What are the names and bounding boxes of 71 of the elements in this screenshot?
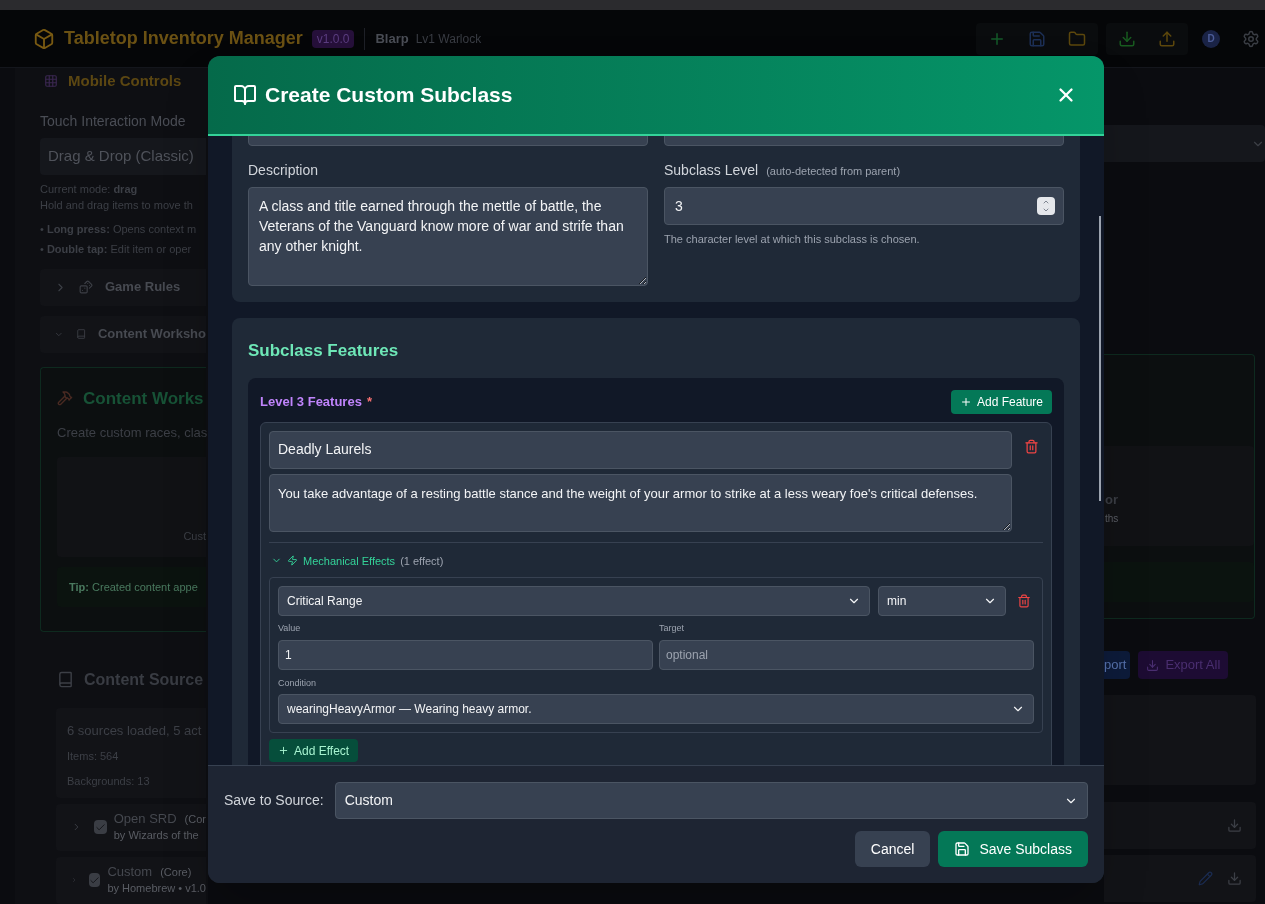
check-icon bbox=[89, 874, 101, 886]
field-label: Value bbox=[278, 622, 302, 635]
delete-icon[interactable] bbox=[1017, 594, 1031, 608]
field-label: Touch Interaction Mode bbox=[40, 111, 187, 131]
plus-icon bbox=[959, 395, 972, 408]
effects-count: (1 effect) bbox=[400, 553, 444, 569]
description-field[interactable]: A class and title earned through the mettle of battle, the Veterans of the Vanguard know more of war and strife than any other knight. bbox=[248, 187, 648, 286]
effects-toggle[interactable]: Mechanical Effects (1 effect) bbox=[269, 552, 1043, 569]
grid-icon bbox=[44, 74, 58, 89]
group-title: Level 3 Features bbox=[260, 392, 362, 411]
feature-description-field[interactable]: You take advantage of a resting battle stance and the weight of your armor to strike at a less weary foe's critical defenses. bbox=[269, 473, 1012, 532]
add-feature-button[interactable]: Add Feature bbox=[950, 389, 1052, 414]
source-byline: by Wizards of the bbox=[113, 828, 200, 843]
field-label: Save to Source: bbox=[224, 791, 324, 810]
field-label: Target bbox=[659, 622, 685, 635]
field-label: Subclass Level bbox=[664, 161, 759, 180]
add-effect-button[interactable]: Add Effect bbox=[269, 739, 359, 762]
section-title: Subclass Features bbox=[248, 340, 400, 362]
field-label: Description bbox=[248, 161, 320, 180]
cube-icon bbox=[33, 27, 55, 50]
open-book-icon bbox=[233, 83, 257, 107]
settings-icon[interactable] bbox=[1242, 29, 1260, 48]
spinner-icon bbox=[1037, 197, 1055, 215]
required-mark: * bbox=[366, 392, 372, 411]
value-field[interactable]: 1 bbox=[278, 639, 653, 670]
source-select[interactable]: Custom bbox=[334, 782, 1088, 819]
download-icon[interactable] bbox=[1227, 871, 1242, 886]
condition-select[interactable]: wearingHeavyArmor — Wearing heavy armor. bbox=[278, 694, 1034, 724]
save-icon[interactable] bbox=[1028, 29, 1046, 48]
save-subclass-button[interactable]: Save Subclass bbox=[938, 831, 1088, 867]
target-field[interactable]: optional bbox=[659, 639, 1034, 670]
source-tag: (Cor bbox=[184, 811, 206, 827]
download-icon[interactable] bbox=[1227, 818, 1242, 833]
field-label: Condition bbox=[278, 676, 318, 690]
book-icon bbox=[75, 327, 86, 341]
source-checkbox[interactable] bbox=[93, 820, 107, 834]
source-name: Custom bbox=[107, 864, 153, 880]
hammer-icon bbox=[57, 390, 73, 407]
workshop-title: Content Works bbox=[83, 387, 204, 410]
character-class: Lv1 Warlock bbox=[415, 30, 482, 48]
app-title: Tabletop Inventory Manager bbox=[64, 27, 303, 50]
help-text: The character level at which this subclass is chosen. bbox=[664, 232, 921, 247]
level-number-field[interactable]: 3 bbox=[664, 187, 1064, 225]
folder-icon[interactable] bbox=[1068, 29, 1086, 48]
cancel-button[interactable]: Cancel bbox=[854, 831, 931, 867]
download-icon bbox=[1146, 658, 1160, 672]
field-note: (auto-detected from parent) bbox=[766, 164, 901, 179]
save-icon bbox=[954, 841, 971, 857]
source-name: Open SRD bbox=[113, 811, 177, 827]
source-checkbox[interactable] bbox=[89, 873, 101, 887]
section-title: Mobile Controls bbox=[68, 71, 182, 91]
feature-name-field[interactable]: Deadly Laurels bbox=[269, 430, 1012, 469]
card-subtitle: ths bbox=[1105, 513, 1120, 525]
download-icon[interactable] bbox=[1118, 29, 1136, 48]
upload-icon[interactable] bbox=[1158, 29, 1176, 48]
effect-mode-select[interactable]: min bbox=[878, 586, 1006, 616]
plus-icon bbox=[278, 745, 289, 756]
workshop-tip: Tip: Created content appe bbox=[57, 566, 206, 607]
source-byline: by Homebrew • v1.0 bbox=[107, 881, 206, 896]
dice-icon bbox=[79, 280, 93, 294]
source-tag: (Core) bbox=[160, 864, 192, 880]
pencil-icon[interactable] bbox=[1198, 871, 1213, 886]
version-badge: v1.0.0 bbox=[311, 29, 355, 48]
dialog-title: Create Custom Subclass bbox=[265, 82, 513, 109]
effect-type-select[interactable]: Critical Range bbox=[278, 586, 870, 616]
check-icon bbox=[94, 821, 106, 833]
lightning-icon bbox=[287, 555, 298, 567]
delete-icon[interactable] bbox=[1024, 438, 1039, 454]
character-name: Blarp bbox=[375, 29, 409, 48]
scrollbar-thumb[interactable] bbox=[1099, 216, 1101, 501]
book-icon bbox=[57, 671, 74, 688]
